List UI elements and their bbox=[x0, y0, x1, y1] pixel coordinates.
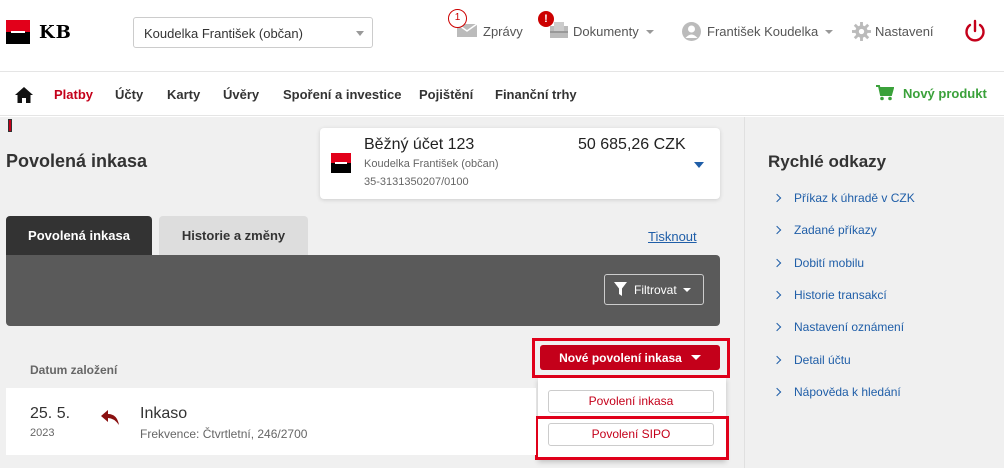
account-owner: Koudelka František (občan) bbox=[364, 158, 499, 170]
chevron-down-icon bbox=[825, 29, 834, 34]
kb-logo-mark bbox=[6, 20, 30, 44]
quick-link-label: Příkaz k úhradě v CZK bbox=[794, 191, 915, 205]
quick-link-detail-uctu[interactable]: Detail účtu bbox=[772, 353, 851, 367]
account-number: 35-3131350207/0100 bbox=[364, 176, 469, 188]
user-avatar-icon bbox=[682, 22, 701, 41]
logout-button[interactable] bbox=[964, 19, 986, 48]
print-link[interactable]: Tisknout bbox=[648, 229, 697, 244]
nav-item-financni-trhy[interactable]: Finanční trhy bbox=[495, 87, 577, 102]
envelope-icon: 1 bbox=[448, 9, 478, 41]
home-icon bbox=[15, 87, 33, 103]
chevron-down-icon bbox=[356, 31, 364, 36]
nav-item-karty[interactable]: Karty bbox=[167, 87, 200, 102]
quick-link-label: Historie transakcí bbox=[794, 288, 887, 302]
main-nav: Platby Účty Karty Úvěry Spoření a invest… bbox=[0, 73, 1004, 116]
kb-account-icon bbox=[331, 153, 351, 173]
account-name: Běžný účet 123 bbox=[364, 136, 475, 153]
quick-link-nastaveni-oznameni[interactable]: Nastavení oznámení bbox=[772, 320, 905, 334]
marker-decoration bbox=[8, 119, 12, 132]
quick-link-zadane-prikazy[interactable]: Zadané příkazy bbox=[772, 223, 877, 237]
nav-item-ucty[interactable]: Účty bbox=[115, 87, 143, 102]
cart-icon bbox=[876, 85, 894, 101]
power-icon bbox=[965, 19, 985, 42]
client-select[interactable]: Koudelka František (občan) bbox=[133, 17, 373, 48]
quick-link-napoveda[interactable]: Nápověda k hledání bbox=[772, 385, 901, 399]
new-authorization-label: Nové povolení inkasa bbox=[559, 350, 682, 365]
quick-link-label: Nastavení oznámení bbox=[794, 320, 905, 334]
highlight-sipo-option bbox=[535, 416, 729, 460]
documents-label: Dokumenty bbox=[573, 24, 639, 39]
settings-link[interactable]: Nastavení bbox=[852, 22, 934, 41]
inbox-icon: ! bbox=[538, 11, 568, 41]
documents-alert-badge: ! bbox=[538, 11, 554, 27]
chevron-down-icon bbox=[694, 162, 704, 168]
quick-link-prikaz-k-uhrade[interactable]: Příkaz k úhradě v CZK bbox=[772, 191, 915, 205]
settings-label: Nastavení bbox=[875, 24, 934, 39]
chevron-down-icon bbox=[682, 287, 691, 292]
kb-logo-text: KB bbox=[39, 21, 72, 43]
account-balance: 50 685,26 CZK bbox=[578, 136, 686, 153]
filter-panel: Filtrovat bbox=[6, 255, 720, 326]
reply-arrow-icon bbox=[101, 410, 121, 431]
filter-label: Filtrovat bbox=[634, 282, 677, 297]
chevron-right-icon bbox=[772, 355, 782, 365]
quick-link-label: Zadané příkazy bbox=[794, 223, 877, 237]
chevron-right-icon bbox=[772, 258, 782, 268]
chevron-right-icon bbox=[772, 387, 782, 397]
home-button[interactable] bbox=[15, 87, 33, 108]
account-selector[interactable]: Běžný účet 123 Koudelka František (občan… bbox=[320, 128, 720, 199]
filter-button[interactable]: Filtrovat bbox=[604, 274, 704, 305]
nav-item-pojisteni[interactable]: Pojištění bbox=[419, 87, 473, 102]
list-item[interactable]: 25. 5. 2023 Inkaso Frekvence: Čtvrtletní… bbox=[6, 388, 536, 455]
kb-logo[interactable]: KB bbox=[6, 20, 72, 44]
quick-link-historie-transakci[interactable]: Historie transakcí bbox=[772, 288, 887, 302]
quick-link-label: Dobití mobilu bbox=[794, 256, 865, 270]
messages-label: Zprávy bbox=[483, 24, 523, 39]
tab-historie-a-zmeny[interactable]: Historie a změny bbox=[159, 216, 308, 255]
nav-item-platby[interactable]: Platby bbox=[54, 87, 93, 102]
chevron-right-icon bbox=[772, 225, 782, 235]
funnel-icon bbox=[614, 282, 627, 296]
chevron-right-icon bbox=[772, 290, 782, 300]
chevron-right-icon bbox=[772, 193, 782, 203]
chevron-right-icon bbox=[772, 322, 782, 332]
gear-icon bbox=[852, 22, 871, 41]
quick-link-dobiti-mobilu[interactable]: Dobití mobilu bbox=[772, 256, 865, 270]
tab-povolena-inkasa[interactable]: Povolená inkasa bbox=[6, 216, 152, 255]
page-title: Povolená inkasa bbox=[6, 151, 148, 171]
user-menu[interactable]: František Koudelka bbox=[682, 22, 834, 41]
quick-link-label: Nápověda k hledání bbox=[794, 385, 901, 399]
nav-item-uvery[interactable]: Úvěry bbox=[223, 87, 259, 102]
dropdown-item-povoleni-inkasa[interactable]: Povolení inkasa bbox=[548, 390, 714, 413]
top-bar: KB Koudelka František (občan) 1 Zprávy !… bbox=[0, 0, 1004, 72]
row-title: Inkaso bbox=[140, 405, 188, 422]
row-date: 25. 5. bbox=[30, 405, 71, 422]
chevron-down-icon bbox=[690, 355, 701, 360]
row-year: 2023 bbox=[30, 427, 55, 439]
chevron-down-icon bbox=[645, 29, 654, 34]
quick-links-title: Rychlé odkazy bbox=[768, 152, 887, 171]
new-authorization-button[interactable]: Nové povolení inkasa bbox=[540, 345, 720, 370]
messages-count-badge: 1 bbox=[448, 9, 467, 28]
nav-item-sporeni[interactable]: Spoření a investice bbox=[283, 87, 402, 102]
new-product-label: Nový produkt bbox=[903, 85, 987, 101]
user-name: František Koudelka bbox=[707, 24, 819, 39]
new-product-button[interactable]: Nový produkt bbox=[876, 85, 987, 101]
row-subtitle: Frekvence: Čtvrtletní, 246/2700 bbox=[140, 427, 308, 441]
column-header-date: Datum založení bbox=[30, 363, 118, 377]
documents-link[interactable]: ! Dokumenty bbox=[538, 11, 654, 41]
client-select-value: Koudelka František (občan) bbox=[144, 26, 303, 41]
quick-link-label: Detail účtu bbox=[794, 353, 851, 367]
messages-link[interactable]: 1 Zprávy bbox=[448, 9, 523, 41]
